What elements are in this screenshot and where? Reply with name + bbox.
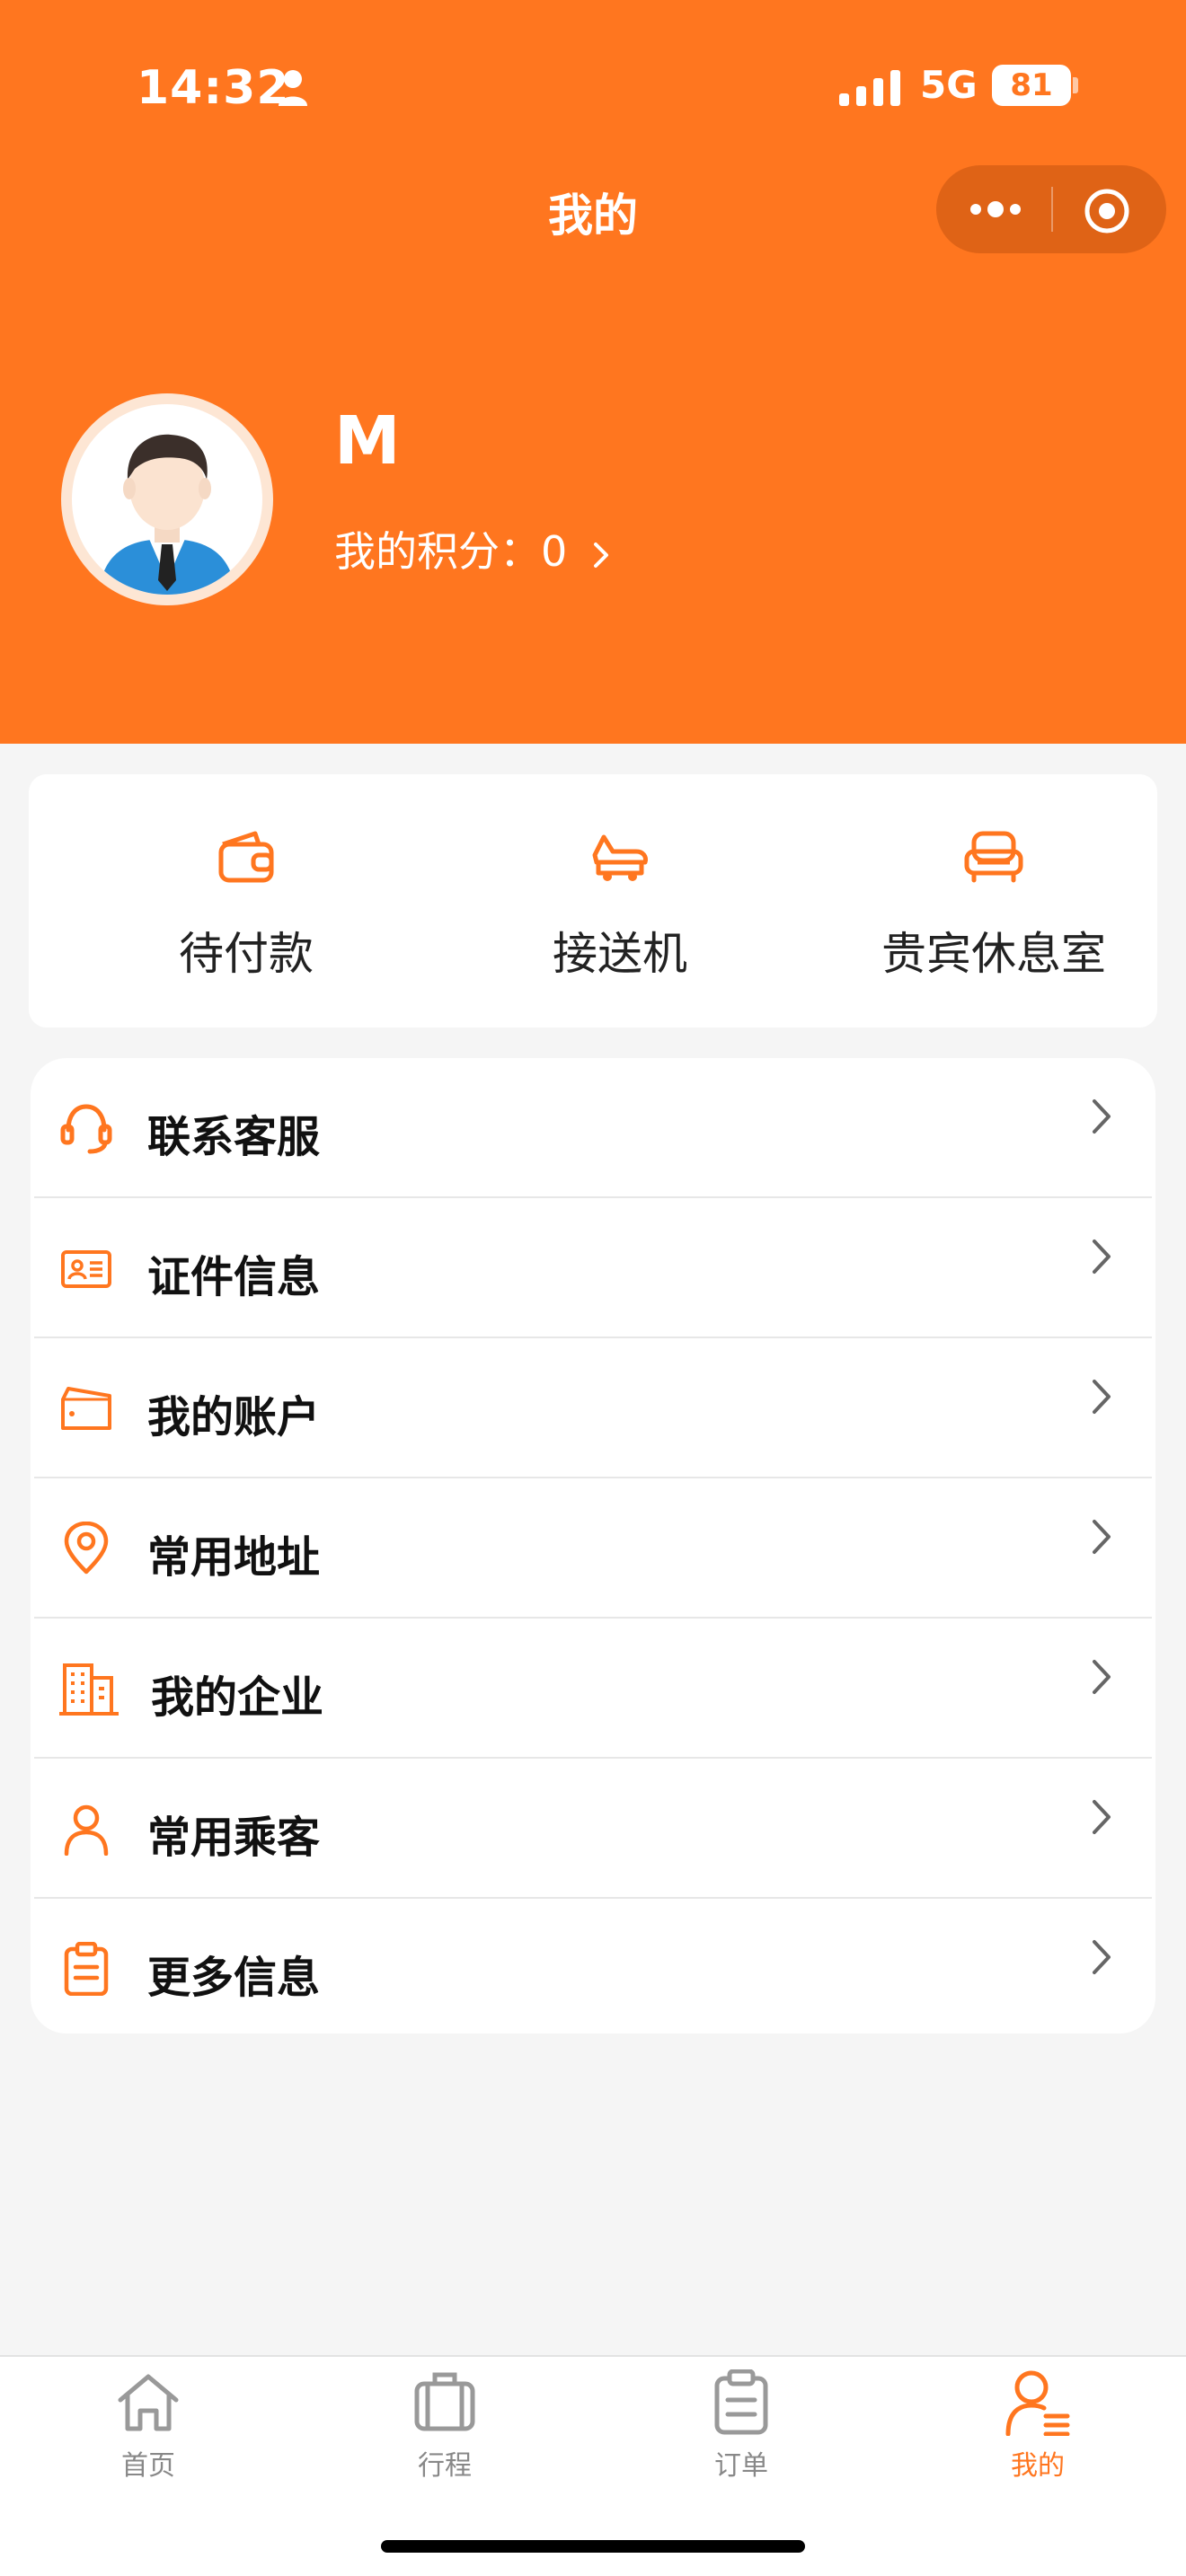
miniprogram-capsule (936, 165, 1166, 253)
chevron-right-icon (1093, 1239, 1111, 1274)
quick-action-vip-lounge[interactable]: 贵宾休息室 (859, 774, 1128, 1028)
close-miniprogram-icon[interactable] (1083, 187, 1131, 235)
tab-mine[interactable]: 我的 (890, 2357, 1186, 2510)
location-pin-icon (64, 1522, 109, 1575)
car-plane-icon (592, 834, 648, 881)
battery-level: 81 (1010, 67, 1053, 103)
quick-action-pending-payment[interactable]: 待付款 (111, 774, 381, 1028)
person-status-icon (279, 70, 307, 106)
chevron-right-icon (1093, 1520, 1111, 1554)
chevron-right-icon (594, 542, 609, 568)
chevron-right-icon (1093, 1380, 1111, 1414)
profile-header: 14:32 5G 81 我的 M 我的积分：0 (0, 0, 1186, 744)
menu-item-my-company[interactable]: 我的企业 (31, 1619, 1155, 1759)
signal-icon (839, 70, 900, 106)
more-icon[interactable] (969, 189, 1022, 230)
menu-item-label: 证件信息 (147, 1252, 321, 1302)
menu-item-label: 常用地址 (147, 1532, 321, 1583)
tab-label: 我的 (1011, 2450, 1065, 2482)
username: M (334, 402, 401, 480)
headset-icon (60, 1104, 112, 1154)
wallet-icon (218, 831, 274, 883)
points-link[interactable]: 我的积分：0 (334, 519, 610, 576)
building-icon (59, 1663, 119, 1716)
menu-item-my-account[interactable]: 我的账户 (31, 1338, 1155, 1478)
menu-item-id-info[interactable]: 证件信息 (31, 1198, 1155, 1338)
menu-item-common-passengers[interactable]: 常用乘客 (31, 1759, 1155, 1899)
chevron-right-icon (1093, 1660, 1111, 1694)
wallet-account-icon (61, 1387, 111, 1430)
points-label: 我的积分： (334, 527, 541, 576)
chevron-right-icon (1093, 1800, 1111, 1834)
tab-label: 订单 (714, 2450, 768, 2482)
tab-home[interactable]: 首页 (0, 2357, 296, 2510)
sofa-icon (964, 831, 1023, 883)
network-type: 5G (920, 63, 978, 107)
tab-label: 首页 (121, 2450, 175, 2482)
menu-item-label: 我的账户 (147, 1392, 321, 1442)
menu-item-label: 更多信息 (147, 1953, 321, 2003)
tab-orders[interactable]: 订单 (593, 2357, 890, 2510)
menu-item-customer-service[interactable]: 联系客服 (31, 1058, 1155, 1198)
quick-action-airport-transfer[interactable]: 接送机 (485, 774, 755, 1028)
status-bar: 14:32 5G 81 (0, 54, 1186, 119)
menu-item-more-info[interactable]: 更多信息 (31, 1899, 1155, 2033)
menu-item-common-address[interactable]: 常用地址 (31, 1478, 1155, 1619)
quick-action-label: 贵宾休息室 (881, 928, 1106, 980)
battery-tip (1073, 77, 1078, 93)
user-list-icon (1005, 2370, 1070, 2436)
quick-action-label: 待付款 (179, 928, 314, 980)
quick-action-label: 接送机 (553, 928, 687, 980)
person-icon (64, 1804, 109, 1856)
chevron-right-icon (1093, 1099, 1111, 1134)
avatar-image (72, 404, 262, 595)
battery-icon: 81 (992, 65, 1071, 106)
menu-item-label: 联系客服 (147, 1112, 321, 1162)
menu-card: 联系客服 证件信息 我的账户 常用地址 我的企业 常用乘客 更多信息 (31, 1058, 1155, 2033)
home-indicator[interactable] (381, 2540, 805, 2553)
clipboard-icon (714, 2369, 768, 2435)
chevron-right-icon (1093, 1940, 1111, 1974)
luggage-icon (414, 2372, 475, 2431)
clipboard-icon (64, 1942, 109, 1996)
tab-label: 行程 (418, 2450, 472, 2482)
tab-itinerary[interactable]: 行程 (296, 2357, 593, 2510)
menu-item-label: 我的企业 (151, 1672, 324, 1723)
home-icon (118, 2374, 179, 2431)
id-card-icon (61, 1250, 111, 1288)
avatar[interactable] (61, 393, 273, 605)
points-value: 0 (541, 527, 568, 576)
quick-actions-card: 待付款 接送机 贵宾休息室 (29, 774, 1157, 1028)
status-time: 14:32 (137, 61, 290, 115)
capsule-divider (1051, 187, 1053, 232)
menu-item-label: 常用乘客 (147, 1813, 321, 1863)
